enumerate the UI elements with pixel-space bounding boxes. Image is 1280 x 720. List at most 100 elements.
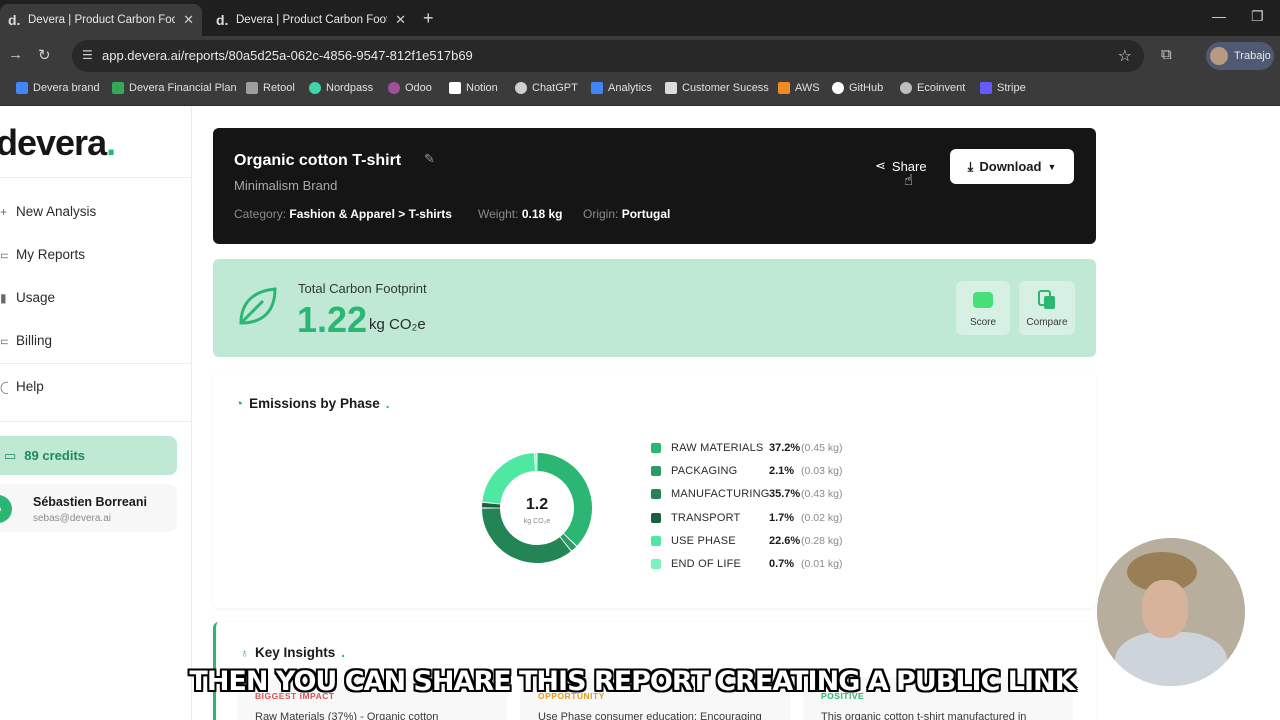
video-caption: THEN YOU CAN SHARE THIS REPORT CREATING … (189, 666, 1075, 697)
profile-avatar (1210, 47, 1228, 65)
webcam-overlay (1097, 538, 1245, 686)
profile-name: Trabajo (1234, 50, 1271, 62)
bookmark-star-icon[interactable]: ☆ (1118, 46, 1132, 66)
compare-icon (1038, 290, 1055, 309)
pie-chart-icon: ◔ (235, 396, 244, 411)
nordpass-icon (309, 82, 321, 94)
bookmark-nordpass[interactable]: Nordpass (309, 82, 373, 94)
insights-title: ♁ Key Insights. (240, 645, 346, 660)
emissions-donut-chart: 1.2 kg CO₂e (482, 453, 592, 563)
url-text[interactable]: app.devera.ai/reports/80a5d25a-062c-4856… (102, 48, 473, 63)
address-bar-row: → ↻ ☰ app.devera.ai/reports/80a5d25a-062… (0, 36, 1280, 76)
ecoinvent-icon (900, 82, 912, 94)
app-sidebar: devera. + New Analysis ▭ My Reports ▮ Usage… (0, 106, 192, 720)
new-tab-plus-icon[interactable]: + (423, 8, 434, 29)
legend-row-packaging: PACKAGING 2.1% (0.03 kg) (651, 465, 842, 477)
forward-arrow-icon[interactable]: → (8, 46, 23, 63)
sidebar-divider (0, 177, 191, 178)
product-header-card: Organic cotton T-shirt ✎ Minimalism Bran… (213, 128, 1096, 244)
analytics-icon (591, 82, 603, 94)
download-button[interactable]: ⤓ Download ▼ (950, 149, 1074, 184)
donut-center-unit: kg CO₂e (524, 518, 551, 525)
help-icon: ◯ (0, 379, 8, 394)
devera-favicon-icon: d. (216, 12, 229, 28)
bookmark-customer-sucess[interactable]: Customer Sucess (665, 82, 769, 94)
devera-logo[interactable]: devera. (0, 122, 116, 164)
tab-title: Devera | Product Carbon Footp (236, 14, 388, 26)
odoo-icon (388, 82, 400, 94)
bookmark-github[interactable]: GitHub (832, 82, 883, 94)
bookmark-retool[interactable]: Retool (246, 82, 295, 94)
user-name: Sébastien Borreani (33, 495, 147, 509)
bookmarks-bar: Devera brand Devera Financial Plan Retoo… (0, 76, 1280, 106)
mouse-pointer-icon: ☝ (904, 172, 914, 189)
donut-center-value: 1.2 (526, 496, 548, 513)
browser-tab-bar: d. Devera | Product Carbon Footp ✕ d. De… (0, 0, 1280, 36)
minimize-icon[interactable]: — (1212, 8, 1226, 24)
maximize-icon[interactable]: ❐ (1251, 8, 1264, 25)
sidebar-item-my-reports[interactable]: ▭ My Reports (0, 247, 85, 262)
plus-icon: + (0, 204, 8, 219)
footprint-value: 1.22 (297, 299, 368, 340)
user-profile-card[interactable]: ● Sébastien Borreani sebas@devera.ai (0, 484, 177, 532)
sidebar-item-usage[interactable]: ▮ Usage (0, 290, 55, 305)
bookmark-notion[interactable]: Notion (449, 82, 498, 94)
share-button[interactable]: ⋖ Share (875, 158, 927, 174)
product-title: Organic cotton T-shirt (234, 152, 402, 169)
github-icon (832, 82, 844, 94)
bookmark-odoo[interactable]: Odoo (388, 82, 432, 94)
close-icon[interactable]: ✕ (183, 12, 194, 28)
drive-icon (16, 82, 28, 94)
sidebar-divider (0, 363, 191, 364)
devera-favicon-icon: d. (8, 12, 21, 28)
usage-icon: ▮ (0, 290, 7, 305)
chevron-down-icon: ▼ (1047, 161, 1057, 172)
emissions-title: ◔ Emissions by Phase. (235, 396, 390, 411)
compare-button[interactable]: Compare (1019, 281, 1075, 335)
donut-segment-packaging[interactable] (560, 533, 577, 551)
bookmark-stripe[interactable]: Stripe (980, 82, 1026, 94)
legend-swatch (651, 489, 661, 499)
legend-row-use-phase: USE PHASE 22.6% (0.28 kg) (651, 535, 842, 547)
score-button[interactable]: Score (956, 281, 1010, 335)
browser-tab-2[interactable]: d. Devera | Product Carbon Footp ✕ (208, 4, 414, 36)
bookmark-analytics[interactable]: Analytics (591, 82, 652, 94)
close-icon[interactable]: ✕ (395, 12, 406, 28)
bookmark-chatgpt[interactable]: ChatGPT (515, 82, 578, 94)
legend-row-transport: TRANSPORT 1.7% (0.02 kg) (651, 512, 842, 524)
bookmark-devera-financial-plan[interactable]: Devera Financial Plan (112, 82, 237, 94)
sidebar-divider (0, 421, 191, 422)
product-category: Category: Fashion & Apparel > T-shirts (234, 207, 452, 221)
retool-icon (246, 82, 258, 94)
sidebar-item-billing[interactable]: ▭ Billing (0, 333, 52, 348)
bookmark-ecoinvent[interactable]: Ecoinvent (900, 82, 965, 94)
bookmark-devera-brand[interactable]: Devera brand (16, 82, 100, 94)
emissions-by-phase-card: ◔ Emissions by Phase. 1.2 kg CO₂e RAW MA… (213, 372, 1096, 608)
url-bar[interactable]: ☰ app.devera.ai/reports/80a5d25a-062c-48… (72, 40, 1144, 72)
legend-swatch (651, 513, 661, 523)
legend-swatch (651, 536, 661, 546)
reload-icon[interactable]: ↻ (38, 46, 51, 64)
leaf-icon (239, 287, 277, 325)
legend-row-end-of-life: END OF LIFE 0.7% (0.01 kg) (651, 558, 842, 570)
stripe-icon (980, 82, 992, 94)
customer-success-icon (665, 82, 677, 94)
reports-icon: ▭ (0, 247, 8, 262)
user-avatar-icon: ● (0, 495, 12, 523)
sidebar-item-help[interactable]: ◯ Help (0, 379, 44, 394)
sidebar-item-new-analysis[interactable]: + New Analysis (0, 204, 96, 219)
profile-button[interactable]: Trabajo (1206, 42, 1274, 70)
extensions-icon[interactable]: ⧉ (1161, 46, 1172, 63)
bookmark-aws[interactable]: AWS (778, 82, 820, 94)
credits-badge[interactable]: ▭ 89 credits (0, 436, 177, 475)
donut-segment-manufacturing[interactable] (482, 507, 571, 563)
tab-title: Devera | Product Carbon Footp (28, 14, 176, 26)
share-icon: ⋖ (875, 158, 886, 173)
notion-icon (449, 82, 461, 94)
site-settings-icon[interactable]: ☰ (82, 48, 93, 62)
legend-swatch (651, 559, 661, 569)
product-weight: Weight: 0.18 kg (478, 207, 563, 221)
browser-tab-1[interactable]: d. Devera | Product Carbon Footp ✕ (0, 4, 202, 36)
pencil-edit-icon[interactable]: ✎ (424, 151, 435, 167)
lightbulb-icon: ♁ (240, 645, 249, 660)
